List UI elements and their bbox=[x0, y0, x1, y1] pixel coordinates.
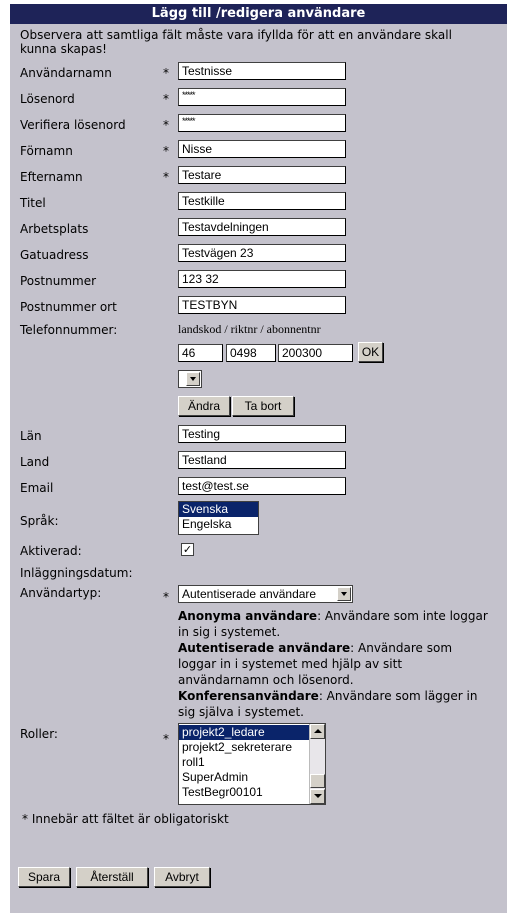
language-option[interactable]: Engelska bbox=[179, 517, 258, 532]
country-label: Land bbox=[20, 455, 50, 469]
role-option[interactable]: projekt2_ledare bbox=[179, 725, 309, 740]
intro-text: Observera att samtliga fält måste vara i… bbox=[20, 28, 452, 56]
roles-label: Roller: bbox=[20, 727, 58, 741]
workplace-input[interactable]: Testavdelningen bbox=[178, 218, 346, 236]
user-type-selected: Autentiserade användare bbox=[182, 587, 317, 601]
county-label: Län bbox=[20, 429, 42, 443]
roles-listbox[interactable]: projekt2_ledare projekt2_sekreterare rol… bbox=[178, 723, 326, 805]
user-type-label: Användartyp: bbox=[20, 586, 102, 600]
firstname-label: Förnamn bbox=[20, 144, 73, 158]
reset-button[interactable]: Återställ bbox=[76, 867, 148, 887]
email-label: Email bbox=[20, 481, 54, 495]
language-listbox[interactable]: Svenska Engelska bbox=[178, 501, 259, 535]
city-input[interactable]: TESTBYN bbox=[178, 296, 346, 314]
user-form-panel: Lägg till /redigera användare Observera … bbox=[10, 4, 507, 913]
phone-label: Telefonnummer: bbox=[20, 323, 118, 337]
user-type-descriptions: Anonyma användare: Användare som inte lo… bbox=[178, 608, 488, 720]
street-input[interactable]: Testvägen 23 bbox=[178, 244, 346, 262]
remove-phone-button[interactable]: Ta bort bbox=[232, 396, 294, 416]
required-star: * bbox=[163, 66, 169, 80]
save-button[interactable]: Spara bbox=[18, 867, 70, 887]
required-star: * bbox=[163, 144, 169, 158]
phone-ok-button[interactable]: OK bbox=[358, 342, 383, 362]
required-star: * bbox=[163, 170, 169, 184]
verify-password-input[interactable]: ***** bbox=[178, 114, 346, 132]
workplace-label: Arbetsplats bbox=[20, 222, 89, 236]
scroll-down-icon[interactable] bbox=[310, 789, 325, 804]
username-label: Användarnamn bbox=[20, 66, 112, 80]
title-input[interactable]: Testkille bbox=[178, 192, 346, 210]
password-label: Lösenord bbox=[20, 92, 75, 106]
user-type-description: Autentiserade användare: Användare som l… bbox=[178, 641, 453, 687]
user-type-select[interactable]: Autentiserade användare bbox=[178, 585, 353, 603]
required-star: * bbox=[163, 732, 169, 746]
title-label: Titel bbox=[20, 196, 46, 210]
required-star: * bbox=[163, 590, 169, 604]
username-input[interactable]: Testnisse bbox=[178, 62, 346, 80]
postcode-label: Postnummer bbox=[20, 274, 97, 288]
activated-label: Aktiverad: bbox=[20, 544, 82, 558]
role-option[interactable]: projekt2_sekreterare bbox=[179, 740, 309, 755]
country-input[interactable]: Testland bbox=[178, 451, 346, 469]
postcode-input[interactable]: 123 32 bbox=[178, 270, 346, 288]
scroll-thumb[interactable] bbox=[310, 774, 325, 788]
required-footnote: * Innebär att fältet är obligatoriskt bbox=[22, 812, 229, 826]
password-input[interactable]: ***** bbox=[178, 88, 346, 106]
verify-password-label: Verifiera lösenord bbox=[20, 118, 126, 132]
language-label: Språk: bbox=[20, 514, 59, 528]
role-option[interactable]: TestBegr00101 bbox=[179, 785, 309, 800]
lastname-label: Efternamn bbox=[20, 170, 83, 184]
phone-area-code-input[interactable]: 0498 bbox=[226, 344, 276, 362]
role-option[interactable]: roll1 bbox=[179, 755, 309, 770]
role-option[interactable]: SuperAdmin bbox=[179, 770, 309, 785]
city-label: Postnummer ort bbox=[20, 300, 117, 314]
required-star: * bbox=[163, 92, 169, 106]
chevron-down-icon bbox=[186, 372, 200, 386]
email-input[interactable]: test@test.se bbox=[178, 477, 346, 495]
user-type-description: Konferensanvändare: Användare som lägger… bbox=[178, 689, 478, 719]
activated-checkbox[interactable]: ✓ bbox=[181, 543, 194, 556]
user-type-description: Anonyma användare: Användare som inte lo… bbox=[178, 609, 488, 639]
firstname-input[interactable]: Nisse bbox=[178, 140, 346, 158]
phone-number-input[interactable]: 200300 bbox=[278, 344, 353, 362]
language-option[interactable]: Svenska bbox=[179, 502, 258, 517]
phone-list-select[interactable] bbox=[178, 370, 202, 388]
phone-hint: landskod / riktnr / abonnentnr bbox=[178, 322, 321, 336]
lastname-input[interactable]: Testare bbox=[178, 166, 346, 184]
roles-scrollbar[interactable] bbox=[309, 724, 325, 804]
cancel-button[interactable]: Avbryt bbox=[154, 867, 210, 887]
required-star: * bbox=[163, 118, 169, 132]
county-input[interactable]: Testing bbox=[178, 425, 346, 443]
created-date-label: Inläggningsdatum: bbox=[20, 566, 133, 580]
form-title: Lägg till /redigera användare bbox=[10, 4, 507, 24]
chevron-down-icon bbox=[337, 587, 351, 601]
phone-country-code-input[interactable]: 46 bbox=[178, 344, 223, 362]
street-label: Gatuadress bbox=[20, 248, 89, 262]
scroll-up-icon[interactable] bbox=[310, 724, 325, 739]
change-phone-button[interactable]: Ändra bbox=[178, 396, 230, 416]
